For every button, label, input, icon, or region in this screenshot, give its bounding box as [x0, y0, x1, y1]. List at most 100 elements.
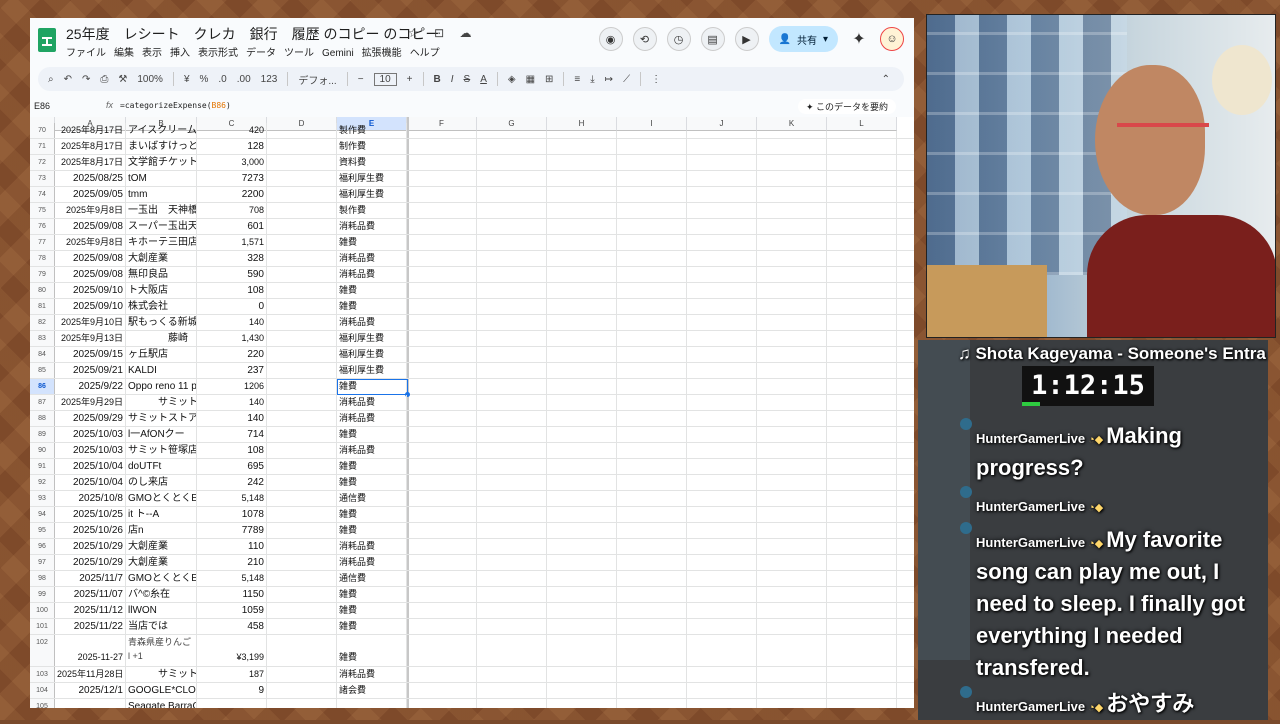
cell-b[interactable]: サミット	[126, 667, 197, 682]
cell-d[interactable]	[267, 667, 337, 682]
gemini-avatar-icon[interactable]: ◉	[598, 27, 623, 51]
row-number[interactable]: 75	[30, 203, 55, 218]
cell-a[interactable]: 2025/11/7	[55, 571, 126, 586]
cell-b[interactable]: 駅もっくる新城	[126, 315, 197, 330]
summarize-data-button[interactable]: ✦ このデータを要約	[797, 99, 896, 114]
cell-a[interactable]: 2025年9月10日	[55, 315, 126, 330]
row-number[interactable]: 93	[30, 491, 55, 506]
cell-b[interactable]: Oppo reno 11 p	[126, 379, 197, 394]
cell-b[interactable]: アイスクリーム	[126, 123, 197, 138]
sheets-logo-icon[interactable]	[38, 28, 56, 52]
cell-a[interactable]: 2025/09/08	[55, 267, 126, 282]
title-action-icons[interactable]: ☆ ⊡ ☁	[408, 26, 477, 40]
cell-d[interactable]	[267, 203, 337, 218]
cell-b[interactable]: doUTFt	[126, 459, 197, 474]
cell-a[interactable]: 2025/09/15	[55, 347, 126, 362]
cell-a[interactable]: 2025/09/05	[55, 187, 126, 202]
cell-e[interactable]: 雑費	[337, 299, 407, 314]
row-number[interactable]: 103	[30, 667, 55, 682]
cell-a[interactable]: 2025年9月8日	[55, 235, 126, 250]
cell-e[interactable]: 消耗品費	[337, 315, 407, 330]
row-number[interactable]: 80	[30, 283, 55, 298]
cell-c[interactable]: 220	[197, 347, 267, 362]
cell-c[interactable]	[197, 699, 267, 708]
cell-d[interactable]	[267, 699, 337, 708]
cell-a[interactable]: 2025/11/12	[55, 603, 126, 618]
cell-e[interactable]: 雑費	[337, 523, 407, 538]
cell-e[interactable]: 福利厚生費	[337, 347, 407, 362]
cell-b[interactable]: GOOGLE*CLO	[126, 683, 197, 698]
cell-d[interactable]	[267, 315, 337, 330]
cell-d[interactable]	[267, 379, 337, 394]
cell-d[interactable]	[267, 251, 337, 266]
cell-c[interactable]: 210	[197, 555, 267, 570]
cell-a[interactable]: 2025/09/29	[55, 411, 126, 426]
cell-d[interactable]	[267, 523, 337, 538]
cell-e[interactable]: 雑費	[337, 619, 407, 634]
row-number[interactable]: 96	[30, 539, 55, 554]
cell-b[interactable]: 大創産業	[126, 555, 197, 570]
version-history-icon[interactable]: ◷	[666, 27, 691, 51]
cell-d[interactable]	[267, 683, 337, 698]
cell-b[interactable]: GMOとくとくE	[126, 491, 197, 506]
cell-b[interactable]: tmm	[126, 187, 197, 202]
cell-c[interactable]: 242	[197, 475, 267, 490]
chat-username[interactable]: HunterGamerLive	[976, 699, 1085, 714]
cell-b[interactable]: 株式会社	[126, 299, 197, 314]
cell-e[interactable]: 通信費	[337, 491, 407, 506]
cell-e[interactable]: 雑費	[337, 507, 407, 522]
chat-username[interactable]: HunterGamerLive	[976, 431, 1085, 446]
more-options-icon[interactable]: ⋮	[651, 74, 661, 85]
name-box[interactable]: E86	[34, 101, 50, 111]
cell-a[interactable]: 2025/10/29	[55, 555, 126, 570]
cell-a[interactable]: 2025/08/25	[55, 171, 126, 186]
cell-c[interactable]: 1206	[197, 379, 267, 394]
cell-b[interactable]: 大創産業	[126, 251, 197, 266]
cell-d[interactable]	[267, 539, 337, 554]
menu-item[interactable]: Gemini	[322, 48, 354, 59]
cell-b[interactable]: サミットストア	[126, 411, 197, 426]
bold-button[interactable]: B	[434, 74, 441, 85]
cell-a[interactable]: 2025/10/04	[55, 475, 126, 490]
currency-format-button[interactable]: ¥	[184, 74, 190, 85]
cell-a[interactable]: 2025/10/04	[55, 459, 126, 474]
font-select[interactable]: デフォ...	[298, 72, 336, 87]
font-size-decrease[interactable]: −	[358, 74, 364, 85]
cell-c[interactable]: 601	[197, 219, 267, 234]
increase-decimal-button[interactable]: .00	[237, 74, 251, 85]
cell-c[interactable]: 237	[197, 363, 267, 378]
cell-e[interactable]: 製作費	[337, 203, 407, 218]
cell-d[interactable]	[267, 187, 337, 202]
row-number[interactable]: 91	[30, 459, 55, 474]
row-number[interactable]: 99	[30, 587, 55, 602]
cell-b[interactable]: 一玉出 天神橋	[126, 203, 197, 218]
cell-e[interactable]: 雑費	[337, 235, 407, 250]
account-avatar[interactable]: ☺	[880, 27, 904, 51]
cell-b[interactable]: Seagate BarraCu	[126, 699, 197, 708]
cell-e[interactable]: 消耗品費	[337, 395, 407, 410]
cell-c[interactable]: 140	[197, 395, 267, 410]
cell-a[interactable]: 2025/11/07	[55, 587, 126, 602]
cell-d[interactable]	[267, 363, 337, 378]
undo-icon[interactable]: ↶	[64, 74, 72, 85]
cell-e[interactable]: 福利厚生費	[337, 187, 407, 202]
cell-d[interactable]	[267, 267, 337, 282]
text-rotation-icon[interactable]: ⟋	[623, 74, 630, 85]
search-menus-icon[interactable]: ⌕	[48, 74, 54, 85]
cell-c[interactable]: 420	[197, 123, 267, 138]
row-number[interactable]: 88	[30, 411, 55, 426]
row-number[interactable]: 82	[30, 315, 55, 330]
cell-d[interactable]	[267, 283, 337, 298]
cell-d[interactable]	[267, 331, 337, 346]
cell-d[interactable]	[267, 635, 337, 666]
row-number[interactable]: 104	[30, 683, 55, 698]
row-number[interactable]: 94	[30, 507, 55, 522]
menu-item[interactable]: 表示形式	[198, 48, 238, 59]
cell-d[interactable]	[267, 443, 337, 458]
gemini-sparkle-icon[interactable]: ✦	[848, 28, 870, 50]
cell-c[interactable]: 590	[197, 267, 267, 282]
cell-c[interactable]: 0	[197, 299, 267, 314]
row-number[interactable]: 100	[30, 603, 55, 618]
cell-a[interactable]: 2025/10/29	[55, 539, 126, 554]
cell-d[interactable]	[267, 299, 337, 314]
